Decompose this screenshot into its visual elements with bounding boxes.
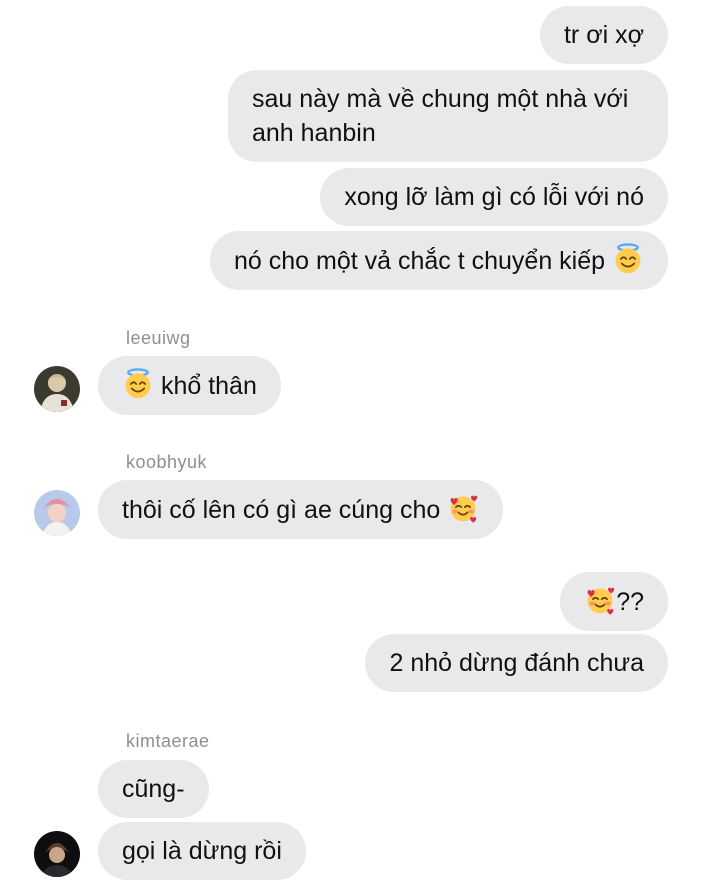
message-bubble-outgoing[interactable]: xong lỡ làm gì có lỗi với nó — [320, 168, 668, 226]
message-text: gọi là dừng rồi — [122, 837, 282, 865]
message-bubble-outgoing[interactable]: ?? — [560, 572, 668, 631]
message-text: xong lỡ làm gì có lỗi với nó — [344, 183, 644, 211]
message-bubble-incoming[interactable]: thôi cố lên có gì ae cúng cho — [98, 480, 504, 539]
avatar[interactable] — [34, 831, 80, 877]
smiling-face-with-halo-icon — [612, 243, 644, 275]
message-text: tr ơi xợ — [563, 21, 644, 49]
message-text: ?? — [616, 588, 644, 616]
sender-name: koobhyuk — [126, 452, 208, 472]
sender-name: leeuiwg — [126, 328, 191, 348]
message-text: nó cho một vả chắc t chuyển kiếp — [234, 247, 606, 275]
message-bubble-outgoing[interactable]: sau này mà về chung một nhà với anh hanb… — [228, 70, 668, 162]
message-bubble-outgoing[interactable]: 2 nhỏ dừng đánh chưa — [365, 634, 668, 692]
message-text: sau này mà về chung một nhà với anh hanb… — [252, 85, 629, 147]
message-text: khổ thân — [160, 372, 257, 400]
message-text: thôi cố lên có gì ae cúng cho — [122, 496, 441, 524]
message-bubble-outgoing[interactable]: tr ơi xợ — [539, 6, 668, 64]
message-text: cũng- — [122, 775, 185, 803]
message-text: 2 nhỏ dừng đánh chưa — [389, 649, 644, 677]
avatar[interactable] — [34, 366, 80, 412]
avatar[interactable] — [34, 490, 80, 536]
smiling-face-with-hearts-icon — [584, 584, 616, 616]
message-bubble-incoming[interactable]: gọi là dừng rồi — [98, 822, 306, 880]
message-bubble-incoming[interactable]: cũng- — [98, 760, 209, 818]
smiling-face-with-hearts-icon — [447, 492, 479, 524]
message-bubble-incoming[interactable]: khổ thân — [98, 356, 281, 415]
smiling-face-with-halo-icon — [122, 368, 154, 400]
message-bubble-outgoing[interactable]: nó cho một vả chắc t chuyển kiếp — [210, 231, 668, 290]
sender-name: kimtaerae — [126, 731, 210, 751]
